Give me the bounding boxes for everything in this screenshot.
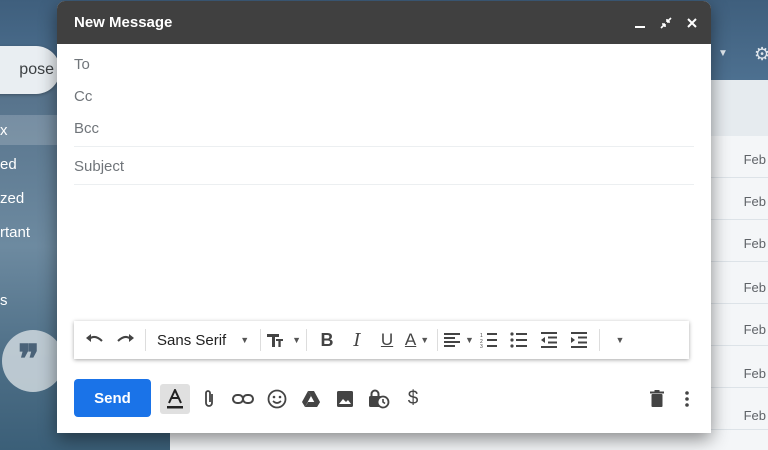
sidebar-item-chats[interactable]: s <box>0 292 8 309</box>
row-date: Feb <box>743 194 766 209</box>
chevron-down-icon[interactable]: ▼ <box>718 48 728 59</box>
attach-icon[interactable] <box>194 384 224 414</box>
compose-header[interactable]: New Message <box>57 1 711 44</box>
compose-window: New Message To Cc Bcc Subject Sans Serif… <box>57 1 711 433</box>
link-icon[interactable] <box>228 384 258 414</box>
sidebar-item-starred[interactable]: ed <box>0 156 17 173</box>
numbered-list-icon[interactable]: 123 <box>474 325 504 355</box>
insert-photo-icon[interactable] <box>330 384 360 414</box>
formatting-toolbar: Sans Serif ▼ ▼ B I U A ▼ ▼ 123 ▼ <box>74 321 689 359</box>
message-body[interactable] <box>74 191 694 316</box>
confidential-mode-icon[interactable] <box>364 384 394 414</box>
separator <box>145 329 146 351</box>
bulleted-list-icon[interactable] <box>504 325 534 355</box>
more-formatting-icon[interactable]: ▼ <box>605 325 635 355</box>
send-button[interactable]: Send <box>74 379 151 417</box>
separator <box>260 329 262 351</box>
compose-title: New Message <box>74 14 173 31</box>
align-icon[interactable]: ▼ <box>443 325 474 355</box>
chevron-down-icon: ▼ <box>465 335 474 345</box>
chevron-down-icon: ▼ <box>240 335 250 345</box>
sidebar-item-inbox[interactable]: x <box>0 122 8 139</box>
gear-icon[interactable]: ⚙ <box>754 44 768 65</box>
quote-icon: ❞ <box>18 336 40 383</box>
row-date: Feb <box>743 322 766 337</box>
compose-button[interactable]: pose <box>0 46 60 94</box>
font-family-select[interactable]: Sans Serif ▼ <box>151 325 255 355</box>
sidebar-item-snoozed[interactable]: zed <box>0 190 24 207</box>
font-family-label: Sans Serif <box>157 331 227 349</box>
drive-icon[interactable] <box>296 384 326 414</box>
minimize-icon[interactable] <box>627 10 653 36</box>
formatting-options-icon[interactable] <box>160 384 190 414</box>
subject-field[interactable]: Subject <box>74 158 694 175</box>
separator <box>437 329 439 351</box>
undo-icon[interactable] <box>80 325 110 355</box>
divider <box>74 146 694 147</box>
chevron-down-icon: ▼ <box>292 335 302 345</box>
more-options-icon[interactable] <box>672 384 702 414</box>
separator <box>306 329 308 351</box>
row-date: Feb <box>743 366 766 381</box>
separator <box>598 329 600 351</box>
redo-icon[interactable] <box>110 325 140 355</box>
exit-fullscreen-icon[interactable] <box>653 10 679 36</box>
sidebar-active-highlight <box>0 115 60 145</box>
close-icon[interactable] <box>679 10 705 36</box>
indent-more-icon[interactable] <box>564 325 594 355</box>
italic-icon[interactable]: I <box>342 325 372 355</box>
emoji-icon[interactable] <box>262 384 292 414</box>
indent-less-icon[interactable] <box>534 325 564 355</box>
bold-icon[interactable]: B <box>312 325 342 355</box>
row-date: Feb <box>743 280 766 295</box>
cc-field[interactable]: Cc <box>74 88 694 105</box>
sidebar-item-important[interactable]: rtant <box>0 224 30 241</box>
chevron-down-icon: ▼ <box>420 335 430 345</box>
svg-text:3: 3 <box>480 344 483 348</box>
underline-icon[interactable]: U <box>372 325 402 355</box>
to-field[interactable]: To <box>74 56 694 73</box>
divider <box>74 184 694 185</box>
bcc-field[interactable]: Bcc <box>74 120 694 137</box>
row-date: Feb <box>743 408 766 423</box>
trash-icon[interactable] <box>642 384 672 414</box>
row-date: Feb <box>743 152 766 167</box>
dollar-icon[interactable]: $ <box>398 384 428 414</box>
text-color-icon[interactable]: A ▼ <box>402 325 432 355</box>
row-date: Feb <box>743 236 766 251</box>
font-size-icon[interactable]: ▼ <box>266 325 301 355</box>
